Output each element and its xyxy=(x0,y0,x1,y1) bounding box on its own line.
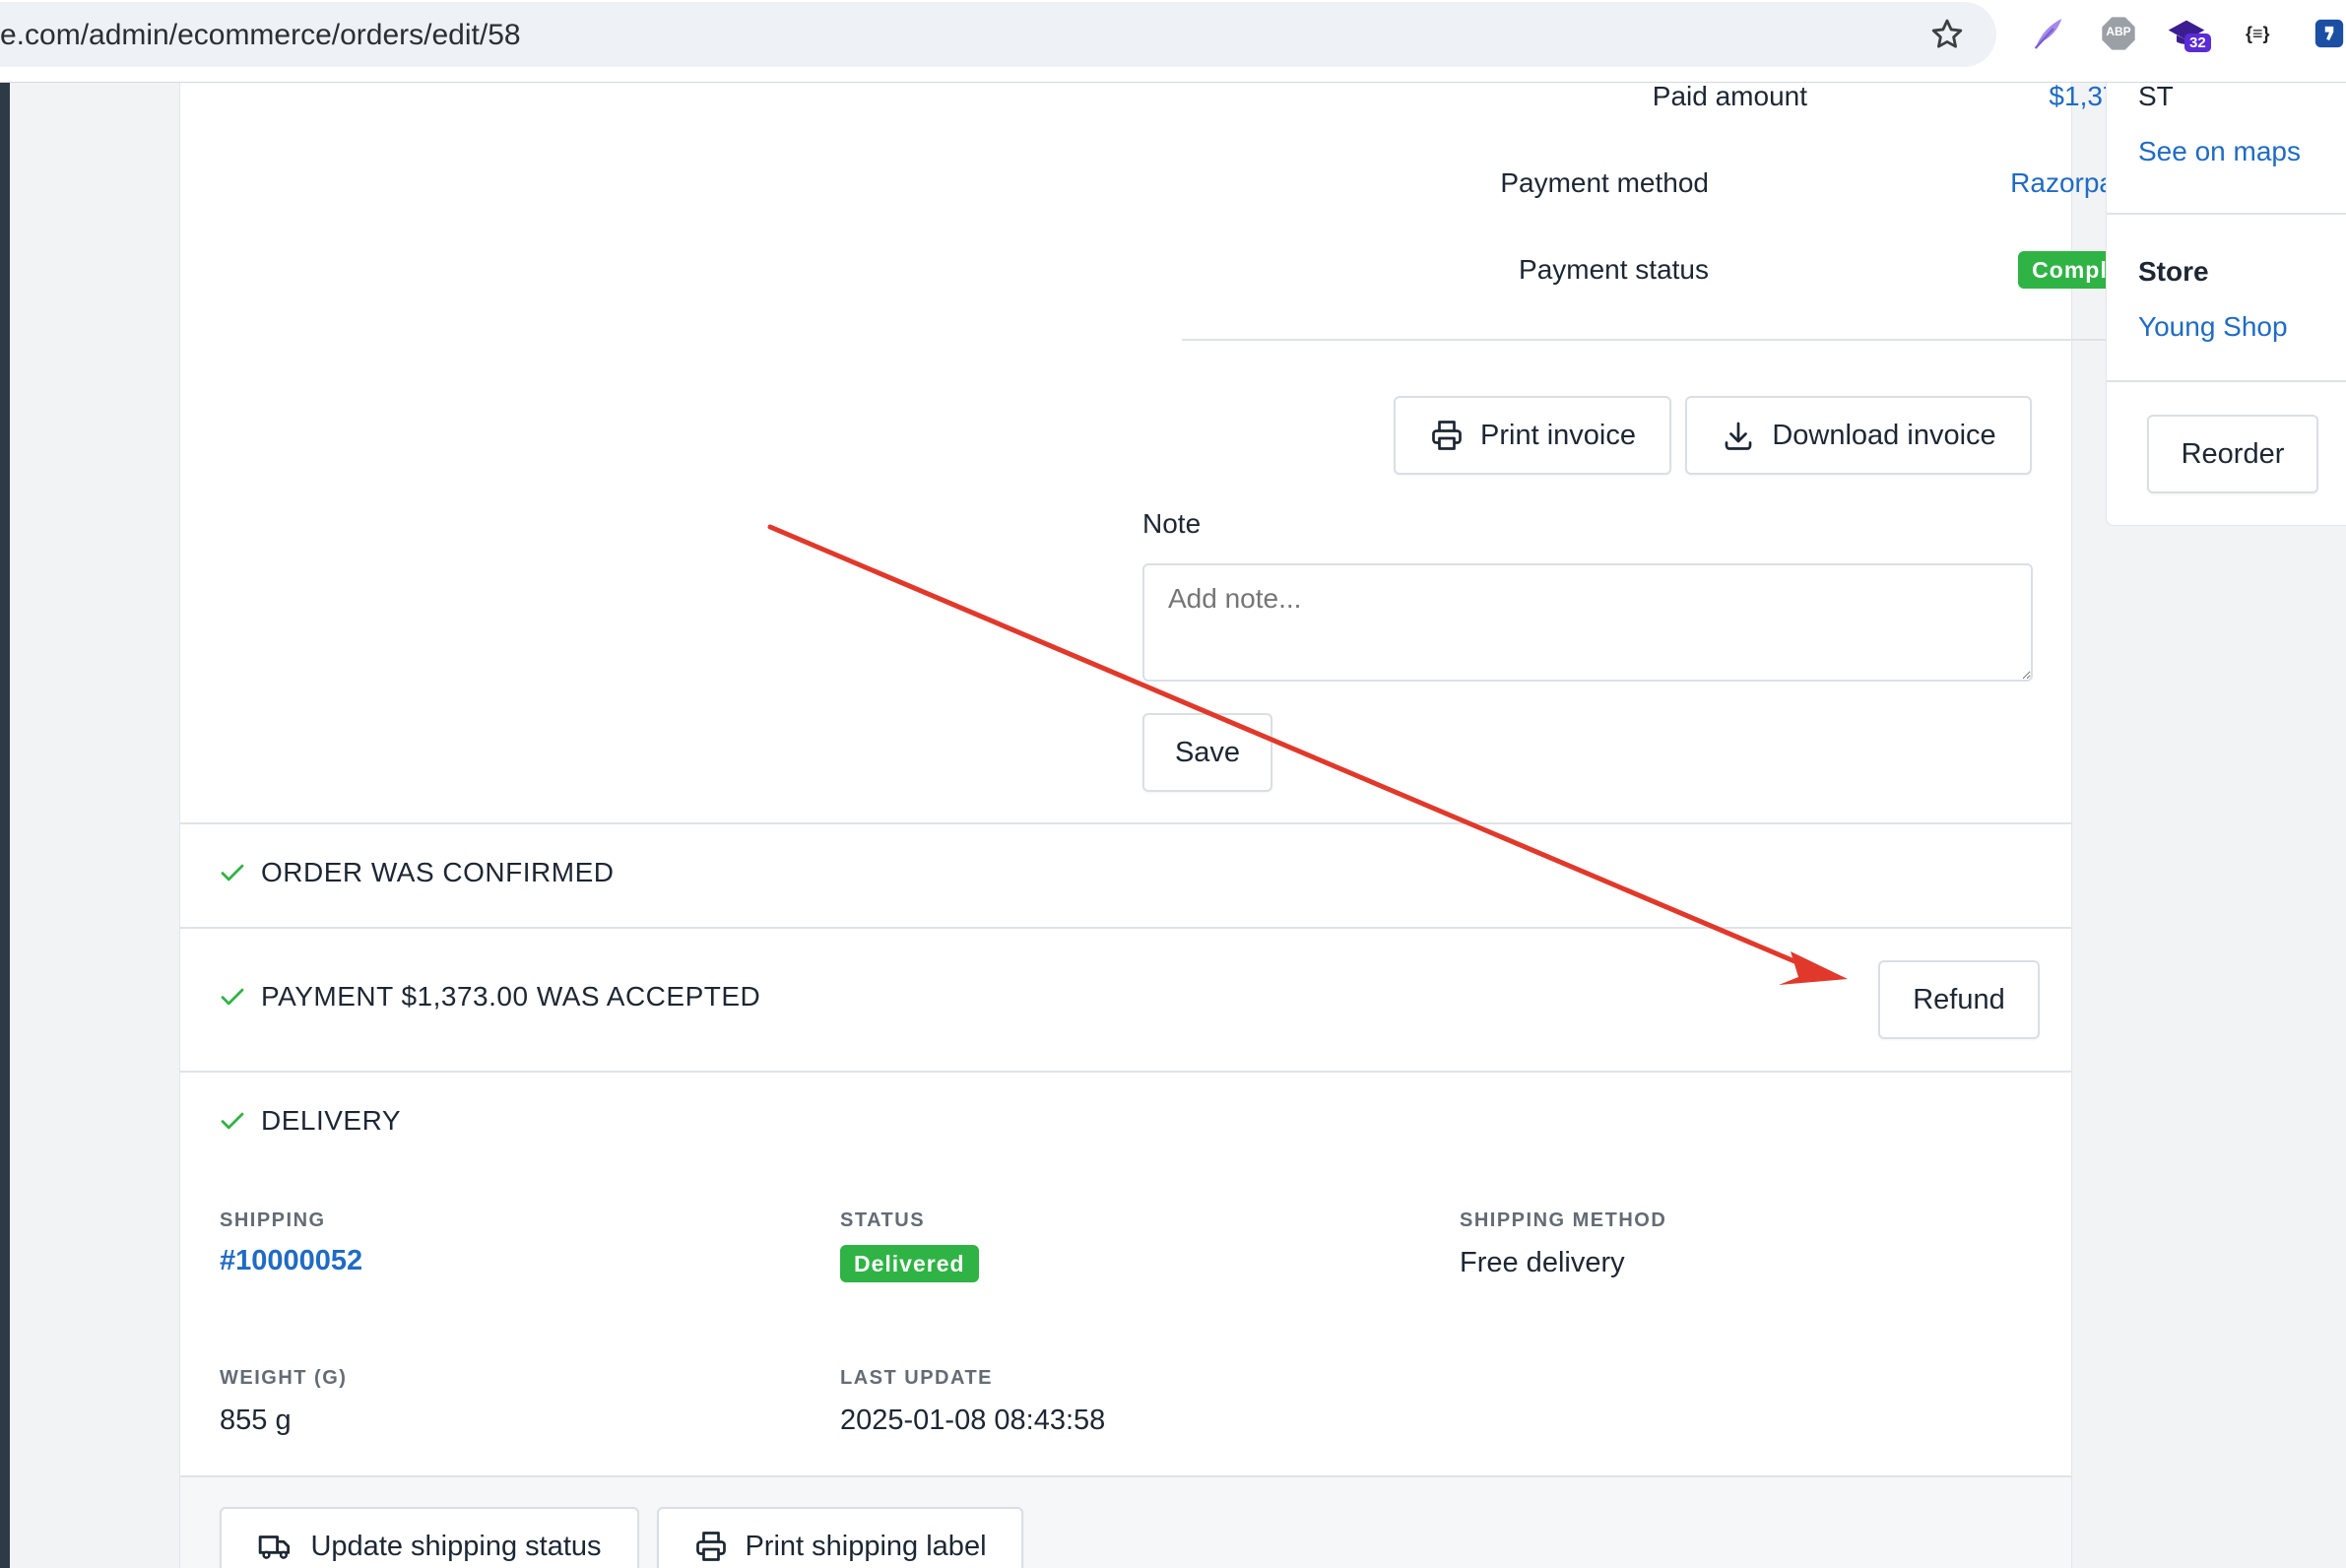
delivery-row: DELIVERY xyxy=(218,1105,401,1137)
url-order-id: 58 xyxy=(488,19,521,51)
printer-icon xyxy=(696,1532,727,1561)
check-icon xyxy=(221,988,244,1006)
url-path: e.com/admin/ecommerce/orders/edit/ xyxy=(0,19,489,51)
print-invoice-button[interactable]: Print invoice xyxy=(1394,396,1671,475)
extension-badge-count: 32 xyxy=(2184,33,2211,52)
update-shipping-status-button[interactable]: Update shipping status xyxy=(220,1507,639,1568)
shipping-label: SHIPPING xyxy=(220,1209,326,1231)
reorder-label: Reorder xyxy=(2181,437,2285,470)
shipment-status-badge: Delivered xyxy=(840,1245,979,1282)
store-label: Store xyxy=(2138,256,2209,287)
shipping-method-label: SHIPPING METHOD xyxy=(1460,1209,1667,1231)
download-invoice-label: Download invoice xyxy=(1772,419,1996,451)
print-shipping-label-button[interactable]: Print shipping label xyxy=(657,1507,1023,1568)
history-divider-2 xyxy=(180,927,2071,929)
grad-cap-extension-icon[interactable]: 32 xyxy=(2167,14,2218,53)
order-confirmed-row: ORDER WAS CONFIRMED xyxy=(218,857,614,888)
customer-sidebar-card: ST See on maps Store Young Shop Reorder xyxy=(2106,81,2346,526)
sidebar-divider-1 xyxy=(2107,213,2346,215)
save-note-label: Save xyxy=(1174,736,1241,768)
adblock-extension-icon[interactable]: ABP xyxy=(2099,14,2138,53)
bookmark-star-icon[interactable] xyxy=(1928,16,1966,53)
download-icon xyxy=(1725,422,1752,450)
weight-value: 855 g xyxy=(220,1405,292,1436)
blue-extension-icon[interactable] xyxy=(2313,14,2346,53)
payment-divider xyxy=(1182,339,2172,341)
admin-sidebar-edge xyxy=(0,83,10,1568)
last-update-label: LAST UPDATE xyxy=(840,1367,994,1389)
address-bar[interactable]: e.com/admin/ecommerce/orders/edit/58 xyxy=(0,2,1996,67)
browser-toolbar: e.com/admin/ecommerce/orders/edit/58 ABP… xyxy=(0,0,2346,83)
sidebar-divider-2 xyxy=(2107,380,2346,382)
payment-accepted-row: PAYMENT $1,373.00 WAS ACCEPTED xyxy=(218,981,760,1013)
payment-status-label: Payment status xyxy=(1519,254,1709,285)
truck-icon xyxy=(259,1535,291,1559)
note-textarea[interactable] xyxy=(1142,563,2033,682)
refund-button[interactable]: Refund xyxy=(1878,960,2040,1039)
order-detail-card: Paid amount $1,373.00 Payment method Raz… xyxy=(179,81,2172,1568)
paid-amount-label: Paid amount xyxy=(1652,81,1807,111)
store-link[interactable]: Young Shop xyxy=(2138,311,2288,343)
check-icon xyxy=(221,1112,244,1130)
last-update-value: 2025-01-08 08:43:58 xyxy=(840,1405,1106,1436)
quill-extension-icon[interactable] xyxy=(2029,14,2068,53)
save-note-button[interactable]: Save xyxy=(1142,713,1272,792)
delivery-title: DELIVERY xyxy=(261,1105,401,1136)
url-text[interactable]: e.com/admin/ecommerce/orders/edit/58 xyxy=(0,19,521,52)
order-confirmed-text: ORDER WAS CONFIRMED xyxy=(261,857,615,887)
note-label: Note xyxy=(1142,508,1202,539)
payment-accepted-text: PAYMENT $1,373.00 WAS ACCEPTED xyxy=(261,981,761,1012)
check-icon xyxy=(221,864,244,882)
adblock-label: ABP xyxy=(2106,25,2131,38)
print-invoice-label: Print invoice xyxy=(1480,419,1636,451)
printer-icon xyxy=(1432,421,1462,450)
print-shipping-label-label: Print shipping label xyxy=(745,1530,987,1562)
shipment-status-wrap: Delivered xyxy=(840,1245,979,1282)
shipment-status-label: STATUS xyxy=(840,1209,926,1231)
address-tail: ST xyxy=(2138,81,2174,111)
history-divider-3 xyxy=(180,1071,2071,1073)
download-invoice-button[interactable]: Download invoice xyxy=(1685,396,2032,475)
weight-label: WEIGHT (G) xyxy=(220,1367,348,1389)
refund-label: Refund xyxy=(1913,983,2005,1015)
history-divider-top xyxy=(180,822,2071,824)
see-on-maps-link[interactable]: See on maps xyxy=(2138,136,2301,167)
update-shipping-status-label: Update shipping status xyxy=(310,1530,602,1562)
payment-method-label: Payment method xyxy=(1500,167,1709,198)
shipping-id-link[interactable]: #10000052 xyxy=(220,1245,362,1277)
shipping-method-value: Free delivery xyxy=(1460,1247,1625,1278)
json-viewer-extension-icon[interactable]: {≡} xyxy=(2246,24,2270,63)
reorder-button[interactable]: Reorder xyxy=(2147,415,2318,493)
